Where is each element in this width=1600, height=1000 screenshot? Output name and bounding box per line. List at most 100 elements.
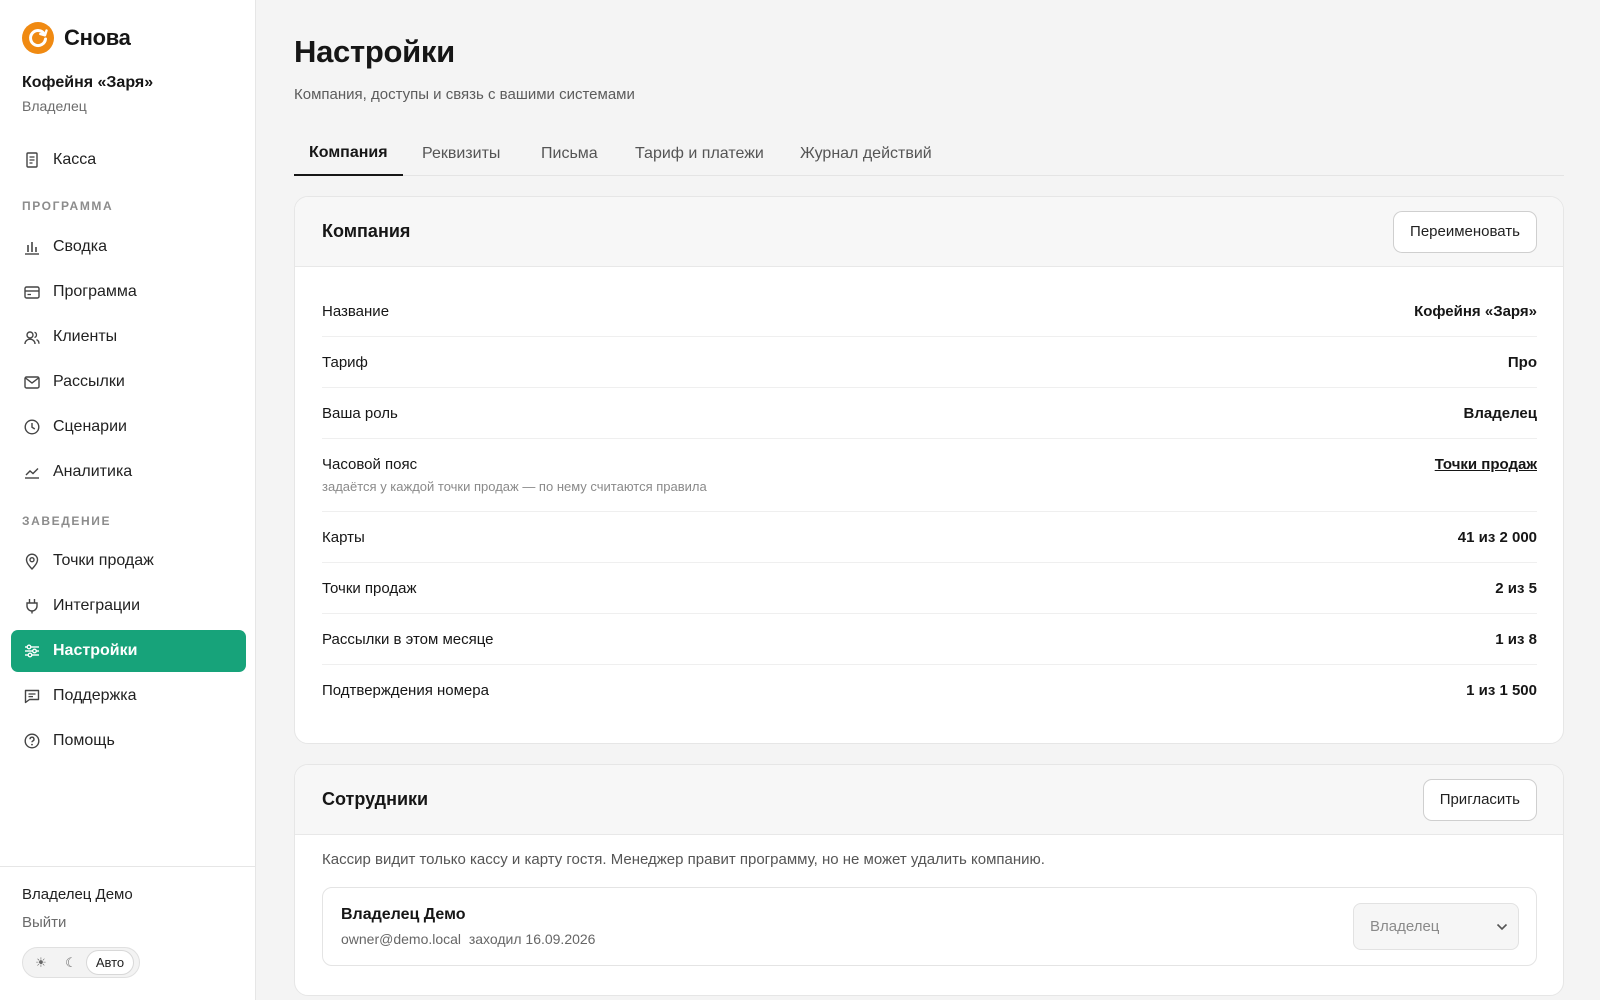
nav-label: Поддержка (53, 687, 137, 704)
staff-role-select[interactable]: Владелец (1353, 903, 1519, 950)
staff-member-email: owner@demo.local (341, 931, 462, 947)
invite-button[interactable]: Пригласить (1422, 778, 1537, 821)
detail-label: Ваша роль (322, 404, 398, 422)
staff-member-last-seen: заходил 16.09.2026 (468, 931, 596, 947)
nav-item-settings[interactable]: Настройки (11, 630, 246, 672)
nav-item-help[interactable]: Помощь (11, 720, 246, 762)
detail-label: Название (322, 302, 390, 320)
company-card-header: Компания Переименовать (295, 197, 1563, 267)
chat-icon (23, 688, 40, 705)
mail-icon (23, 374, 40, 391)
nav-item-program[interactable]: Программа (11, 271, 246, 313)
staff-card-title: Сотрудники (322, 789, 429, 809)
detail-row-plan: Тариф Про (322, 337, 1537, 388)
company-card-title: Компания (322, 221, 411, 241)
company-card: Компания Переименовать Название Кофейня … (294, 196, 1564, 744)
nav-label: Программа (53, 283, 137, 300)
theme-light-option[interactable]: ☀ (26, 950, 56, 975)
section-label-program: ПРОГРАММА (22, 199, 114, 213)
current-user-name: Владелец Демо (22, 886, 133, 903)
trend-icon (23, 464, 40, 481)
nav-item-summary[interactable]: Сводка (11, 226, 246, 268)
nav-label: Помощь (53, 732, 115, 749)
detail-row-mailings: Рассылки в этом месяце 1 из 8 (322, 614, 1537, 665)
brand-name: Снова (64, 25, 131, 50)
page-title: Настройки (294, 34, 455, 69)
detail-value: 1 из 1 500 (1466, 682, 1537, 699)
nav-label: Аналитика (53, 463, 133, 480)
tab-action-log[interactable]: Журнал действий (785, 132, 947, 176)
nav-item-mailings[interactable]: Рассылки (11, 361, 246, 403)
logo[interactable]: Снова (22, 22, 131, 54)
tab-company[interactable]: Компания (294, 132, 403, 176)
company-details: Название Кофейня «Заря» Тариф Про Ваша р… (295, 267, 1563, 716)
bar-chart-icon (23, 239, 40, 256)
clock-icon (23, 419, 40, 436)
detail-label: Точки продаж (322, 579, 417, 597)
detail-row-points: Точки продаж 2 из 5 (322, 563, 1537, 614)
detail-label: Карты (322, 528, 365, 546)
users-icon (23, 329, 40, 346)
nav-item-support[interactable]: Поддержка (11, 675, 246, 717)
receipt-icon (23, 152, 40, 169)
detail-label: Тариф (322, 353, 368, 371)
page-subtitle: Компания, доступы и связь с вашими систе… (294, 86, 635, 103)
sliders-icon (23, 643, 40, 660)
nav-label: Клиенты (53, 328, 118, 345)
detail-value: Про (1507, 353, 1537, 371)
detail-label-group: Часовой пояс задаётся у каждой точки про… (322, 456, 707, 494)
staff-member-meta: owner@demo.local заходил 16.09.2026 (341, 931, 595, 947)
theme-dark-option[interactable]: ☾ (56, 950, 86, 975)
theme-toggle: ☀ ☾ Авто (22, 947, 140, 978)
nav-label: Точки продаж (53, 552, 154, 569)
org-name: Кофейня «Заря» (22, 74, 154, 91)
rename-button[interactable]: Переименовать (1393, 210, 1537, 253)
nav-item-analytics[interactable]: Аналитика (11, 451, 246, 493)
org-role: Владелец (22, 98, 87, 114)
nav-label: Рассылки (53, 373, 125, 390)
staff-card-header: Сотрудники Пригласить (295, 765, 1563, 835)
chevron-down-icon (1496, 918, 1508, 935)
nav-label: Касса (53, 151, 97, 168)
nav-item-points[interactable]: Точки продаж (11, 540, 246, 582)
roles-note: Кассир видит только кассу и карту гостя.… (322, 851, 1045, 868)
help-icon (23, 733, 40, 750)
section-label-venue: ЗАВЕДЕНИЕ (22, 514, 112, 528)
points-of-sale-link[interactable]: Точки продаж (1435, 456, 1537, 473)
card-icon (23, 284, 40, 301)
logo-mark-icon (22, 22, 54, 54)
nav-item-clients[interactable]: Клиенты (11, 316, 246, 358)
plug-icon (23, 598, 40, 615)
staff-card: Сотрудники Пригласить Кассир видит тольк… (294, 764, 1564, 996)
nav-item-kassa[interactable]: Касса (11, 139, 246, 181)
detail-row-role: Ваша роль Владелец (322, 388, 1537, 439)
detail-label: Рассылки в этом месяце (322, 630, 494, 648)
detail-row-timezone: Часовой пояс задаётся у каждой точки про… (322, 439, 1537, 512)
detail-row-cards: Карты 41 из 2 000 (322, 512, 1537, 563)
logout-link[interactable]: Выйти (22, 914, 66, 931)
theme-auto-option[interactable]: Авто (86, 950, 134, 975)
detail-value: 2 из 5 (1495, 579, 1537, 597)
staff-member: Владелец Демо owner@demo.local заходил 1… (322, 887, 1537, 966)
nav-label: Сценарии (53, 418, 127, 435)
tab-requisites[interactable]: Реквизиты (407, 132, 515, 176)
detail-value: 41 из 2 000 (1457, 528, 1537, 546)
detail-row-confirmations: Подтверждения номера 1 из 1 500 (322, 665, 1537, 716)
detail-row-name: Название Кофейня «Заря» (322, 286, 1537, 337)
nav-label: Настройки (53, 642, 138, 659)
sidebar-footer: Владелец Демо Выйти ☀ ☾ Авто (0, 866, 255, 1000)
staff-member-name: Владелец Демо (341, 906, 466, 923)
detail-value: Кофейня «Заря» (1414, 302, 1537, 320)
nav-item-scenarios[interactable]: Сценарии (11, 406, 246, 448)
staff-role-value: Владелец (1370, 918, 1440, 935)
detail-value: Владелец (1463, 404, 1537, 422)
tab-letters[interactable]: Письма (526, 132, 613, 176)
detail-hint: задаётся у каждой точки продаж — по нему… (322, 479, 707, 494)
map-pin-icon (23, 553, 40, 570)
sidebar: Снова Кофейня «Заря» Владелец Касса ПРОГ… (0, 0, 256, 1000)
detail-label: Часовой пояс (322, 456, 418, 473)
nav-item-integrations[interactable]: Интеграции (11, 585, 246, 627)
nav-label: Интеграции (53, 597, 141, 614)
tab-plan-payments[interactable]: Тариф и платежи (620, 132, 779, 176)
settings-tabs: Компания Реквизиты Письма Тариф и платеж… (294, 132, 1564, 176)
